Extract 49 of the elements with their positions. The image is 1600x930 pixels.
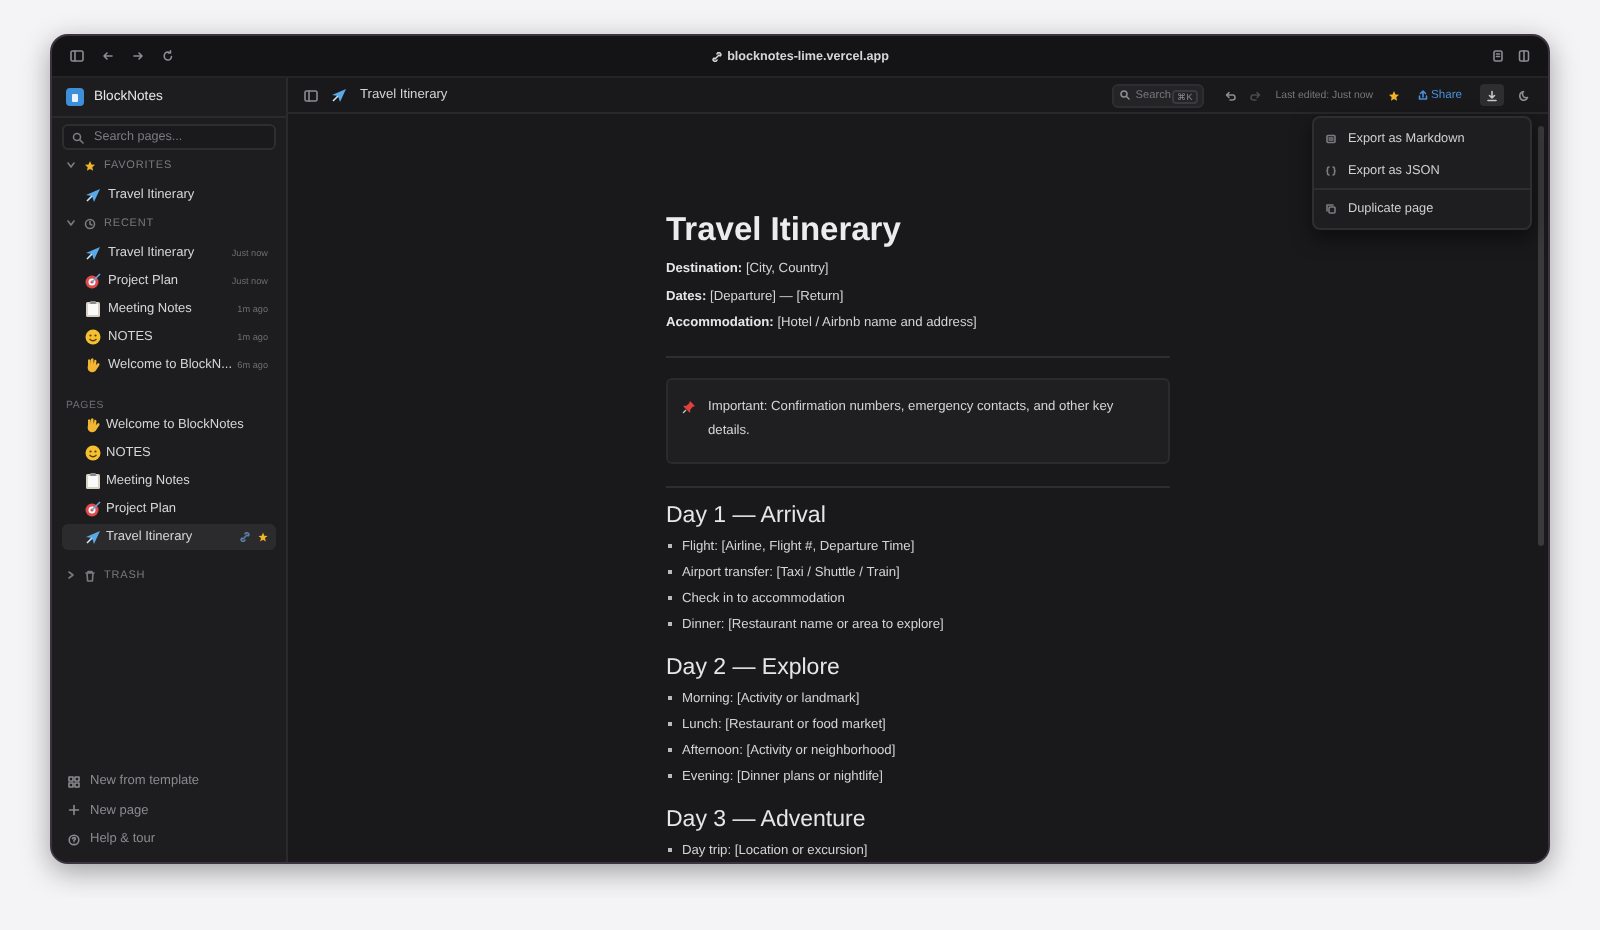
braces-icon	[1326, 165, 1336, 175]
reload-icon[interactable]	[162, 50, 174, 62]
document-icon	[1326, 133, 1336, 143]
plus-icon	[68, 804, 80, 817]
undo-icon[interactable]	[1223, 89, 1236, 101]
airplane-icon	[84, 243, 102, 261]
sidebar-toggle-icon[interactable]	[304, 89, 318, 101]
copy-icon	[1326, 203, 1336, 213]
section-heading: Day 1 — Arrival	[666, 501, 828, 531]
chevron-right-icon[interactable]	[66, 570, 76, 580]
forward-arrow-icon[interactable]	[132, 50, 144, 62]
airplane-icon	[84, 528, 102, 546]
pushpin-icon	[682, 399, 696, 413]
app-logo-icon	[66, 88, 84, 106]
chevron-down-icon[interactable]	[66, 218, 76, 228]
link-icon[interactable]	[240, 532, 250, 542]
search-icon	[72, 132, 84, 144]
smiley-icon	[84, 327, 102, 345]
favorite-button[interactable]	[1387, 89, 1400, 101]
download-button[interactable]	[1480, 84, 1504, 106]
document-title: Travel Itinerary	[666, 210, 903, 250]
chevron-down-icon[interactable]	[66, 160, 76, 170]
clipboard-icon	[84, 472, 102, 490]
clock-icon	[84, 217, 96, 229]
help-icon	[68, 833, 80, 846]
sidebar-toggle-icon[interactable]	[70, 50, 84, 62]
split-view-icon[interactable]	[1518, 50, 1530, 62]
airplane-icon	[330, 86, 348, 104]
scrollbar[interactable]	[1538, 126, 1544, 546]
notes-icon[interactable]	[1492, 50, 1504, 62]
smiley-icon	[84, 444, 102, 462]
download-icon	[1486, 89, 1498, 101]
target-icon	[84, 500, 102, 518]
grid-icon	[68, 775, 80, 788]
share-icon	[1417, 90, 1428, 100]
airplane-icon	[84, 185, 102, 203]
back-arrow-icon[interactable]	[102, 50, 114, 62]
waving-hand-icon	[84, 416, 102, 434]
star-icon	[84, 159, 96, 171]
section-heading: Day 2 — Explore	[666, 653, 842, 683]
section-heading: Day 3 — Adventure	[666, 805, 868, 835]
moon-icon[interactable]	[1518, 89, 1530, 101]
star-icon	[1387, 89, 1400, 101]
trash-icon	[84, 569, 96, 581]
target-icon	[84, 271, 102, 289]
search-icon	[1119, 90, 1130, 100]
waving-hand-icon	[84, 355, 102, 373]
clipboard-icon	[84, 299, 102, 317]
link-icon	[711, 51, 722, 61]
